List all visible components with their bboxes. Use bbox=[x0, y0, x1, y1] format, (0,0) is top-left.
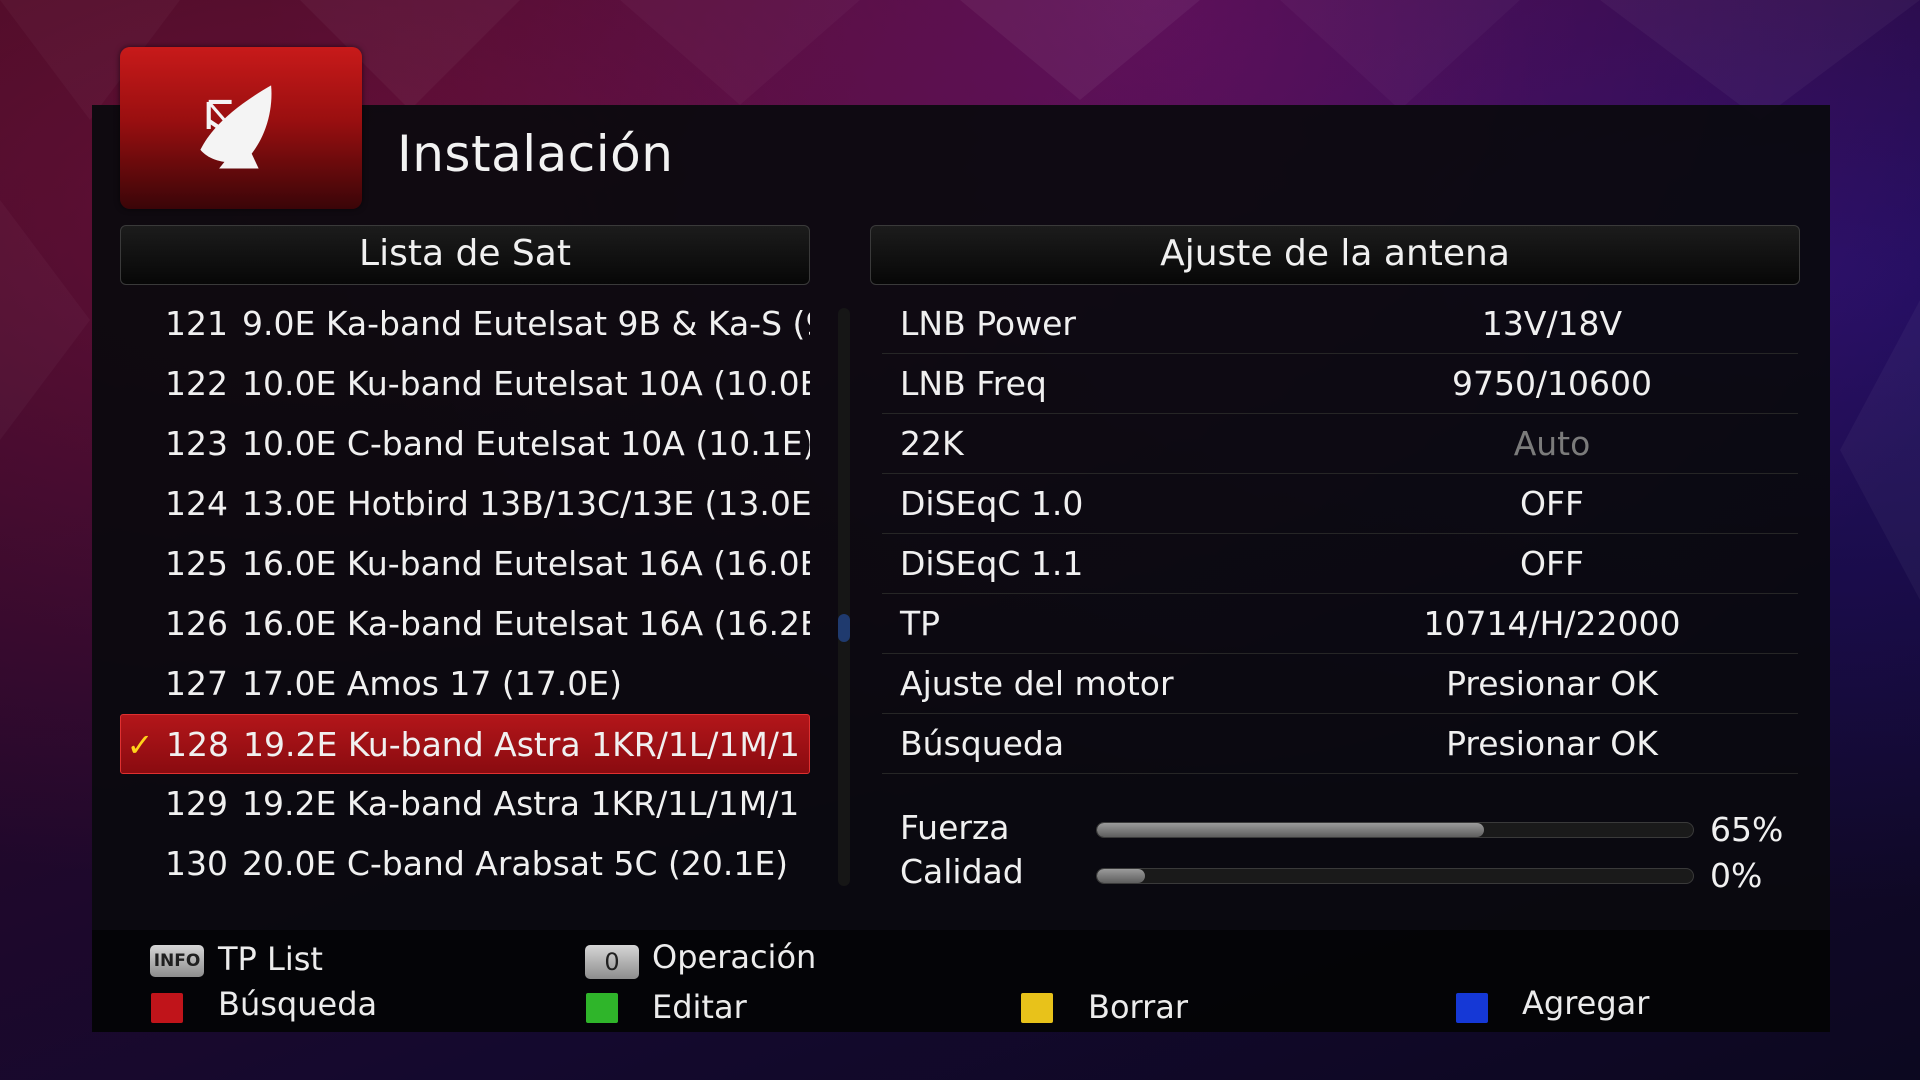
setting-label: DiSEqC 1.1 bbox=[900, 544, 1084, 583]
sat-number: 123 bbox=[165, 424, 228, 463]
setting-label: Búsqueda bbox=[900, 724, 1065, 763]
add-key-label[interactable]: Agregar bbox=[1522, 984, 1649, 1022]
antenna-setting-row[interactable]: 22K Auto bbox=[882, 414, 1798, 474]
sat-number: 122 bbox=[165, 364, 228, 403]
sat-number: 124 bbox=[165, 484, 228, 523]
setting-label: LNB Power bbox=[900, 304, 1076, 343]
tp-list-label[interactable]: TP List bbox=[218, 940, 323, 978]
sat-name: 19.2E Ku-band Astra 1KR/1L/1M/1 ( bbox=[243, 725, 810, 764]
setting-value[interactable]: 10714/H/22000 bbox=[1282, 594, 1822, 654]
antenna-setting-row[interactable]: Ajuste del motor Presionar OK bbox=[882, 654, 1798, 714]
green-key-icon[interactable] bbox=[586, 993, 618, 1023]
sat-list-item[interactable]: 126 16.0E Ka-band Eutelsat 16A (16.2E) bbox=[120, 594, 810, 654]
sat-number: 130 bbox=[165, 844, 228, 883]
sat-name: 13.0E Hotbird 13B/13C/13E (13.0E) bbox=[242, 484, 810, 523]
strength-bar bbox=[1096, 822, 1694, 838]
antenna-setting-row[interactable]: DiSEqC 1.0 OFF bbox=[882, 474, 1798, 534]
sat-list-item[interactable]: 125 16.0E Ku-band Eutelsat 16A (16.0E) bbox=[120, 534, 810, 594]
sat-name: 19.2E Ka-band Astra 1KR/1L/1M/1 ( bbox=[242, 784, 810, 823]
sat-name: 9.0E Ka-band Eutelsat 9B & Ka-S (9. bbox=[242, 304, 810, 343]
setting-label: LNB Freq bbox=[900, 364, 1047, 403]
sat-name: 10.0E Ku-band Eutelsat 10A (10.0E) bbox=[242, 364, 810, 403]
sat-name: 16.0E Ka-band Eutelsat 16A (16.2E) bbox=[242, 604, 810, 643]
sat-list-item[interactable]: 124 13.0E Hotbird 13B/13C/13E (13.0E) bbox=[120, 474, 810, 534]
sat-list-item[interactable]: 127 17.0E Amos 17 (17.0E) bbox=[120, 654, 810, 714]
quality-bar bbox=[1096, 868, 1694, 884]
sat-list-item[interactable]: 123 10.0E C-band Eutelsat 10A (10.1E) bbox=[120, 414, 810, 474]
setting-value[interactable]: OFF bbox=[1282, 534, 1822, 594]
quality-percent: 0% bbox=[1710, 856, 1763, 895]
setting-value[interactable]: OFF bbox=[1282, 474, 1822, 534]
sat-list-scrollbar[interactable] bbox=[838, 308, 850, 886]
satellite-dish-icon bbox=[200, 85, 272, 169]
setting-label: 22K bbox=[900, 424, 964, 463]
search-key-label[interactable]: Búsqueda bbox=[218, 985, 377, 1023]
sat-number: 128 bbox=[166, 725, 229, 764]
delete-key-label[interactable]: Borrar bbox=[1088, 988, 1188, 1026]
setting-value[interactable]: Presionar OK bbox=[1282, 714, 1822, 774]
sat-list-item-selected[interactable]: ✓ 128 19.2E Ku-band Astra 1KR/1L/1M/1 ( bbox=[120, 714, 810, 774]
sat-number: 125 bbox=[165, 544, 228, 583]
red-key-icon[interactable] bbox=[151, 993, 183, 1023]
sat-name: 17.0E Amos 17 (17.0E) bbox=[242, 664, 622, 703]
page-title: Instalación bbox=[397, 125, 674, 183]
sat-list-scroll-thumb[interactable] bbox=[838, 614, 850, 642]
sat-list-item[interactable]: 122 10.0E Ku-band Eutelsat 10A (10.0E) bbox=[120, 354, 810, 414]
sat-number: 121 bbox=[165, 304, 228, 343]
setting-label: Ajuste del motor bbox=[900, 664, 1174, 703]
antenna-setting-row[interactable]: TP 10714/H/22000 bbox=[882, 594, 1798, 654]
sat-list-item[interactable]: 129 19.2E Ka-band Astra 1KR/1L/1M/1 ( bbox=[120, 774, 810, 834]
setting-value[interactable]: Presionar OK bbox=[1282, 654, 1822, 714]
sat-list-item[interactable]: 130 20.0E C-band Arabsat 5C (20.1E) bbox=[120, 834, 810, 894]
sat-number: 127 bbox=[165, 664, 228, 703]
setting-value[interactable]: 9750/10600 bbox=[1282, 354, 1822, 414]
sat-list-header: Lista de Sat bbox=[120, 225, 810, 285]
installation-logo bbox=[120, 47, 362, 209]
sat-name: 16.0E Ku-band Eutelsat 16A (16.0E) bbox=[242, 544, 810, 583]
quality-bar-fill bbox=[1097, 869, 1145, 883]
setting-label: TP bbox=[900, 604, 941, 643]
antenna-setting-row[interactable]: LNB Power 13V/18V bbox=[882, 294, 1798, 354]
setting-label: DiSEqC 1.0 bbox=[900, 484, 1084, 523]
quality-label: Calidad bbox=[900, 852, 1024, 891]
strength-bar-fill bbox=[1097, 823, 1485, 837]
info-key-icon[interactable]: INFO bbox=[150, 945, 204, 977]
sat-number: 129 bbox=[165, 784, 228, 823]
setting-value[interactable]: 13V/18V bbox=[1282, 294, 1822, 354]
setting-value[interactable]: Auto bbox=[1282, 414, 1822, 474]
sat-number: 126 bbox=[165, 604, 228, 643]
antenna-setting-row[interactable]: LNB Freq 9750/10600 bbox=[882, 354, 1798, 414]
yellow-key-icon[interactable] bbox=[1021, 993, 1053, 1023]
sat-list-item[interactable]: 121 9.0E Ka-band Eutelsat 9B & Ka-S (9. bbox=[120, 294, 810, 354]
operation-label[interactable]: Operación bbox=[652, 938, 816, 976]
checkmark-icon: ✓ bbox=[126, 726, 154, 764]
strength-percent: 65% bbox=[1710, 810, 1784, 849]
antenna-settings-header: Ajuste de la antena bbox=[870, 225, 1800, 285]
edit-key-label[interactable]: Editar bbox=[652, 988, 747, 1026]
zero-key-icon[interactable]: 0 bbox=[585, 945, 639, 979]
sat-name: 10.0E C-band Eutelsat 10A (10.1E) bbox=[242, 424, 810, 463]
blue-key-icon[interactable] bbox=[1456, 993, 1488, 1023]
sat-name: 20.0E C-band Arabsat 5C (20.1E) bbox=[242, 844, 789, 883]
antenna-setting-row[interactable]: DiSEqC 1.1 OFF bbox=[882, 534, 1798, 594]
strength-label: Fuerza bbox=[900, 808, 1010, 847]
antenna-setting-row[interactable]: Búsqueda Presionar OK bbox=[882, 714, 1798, 774]
